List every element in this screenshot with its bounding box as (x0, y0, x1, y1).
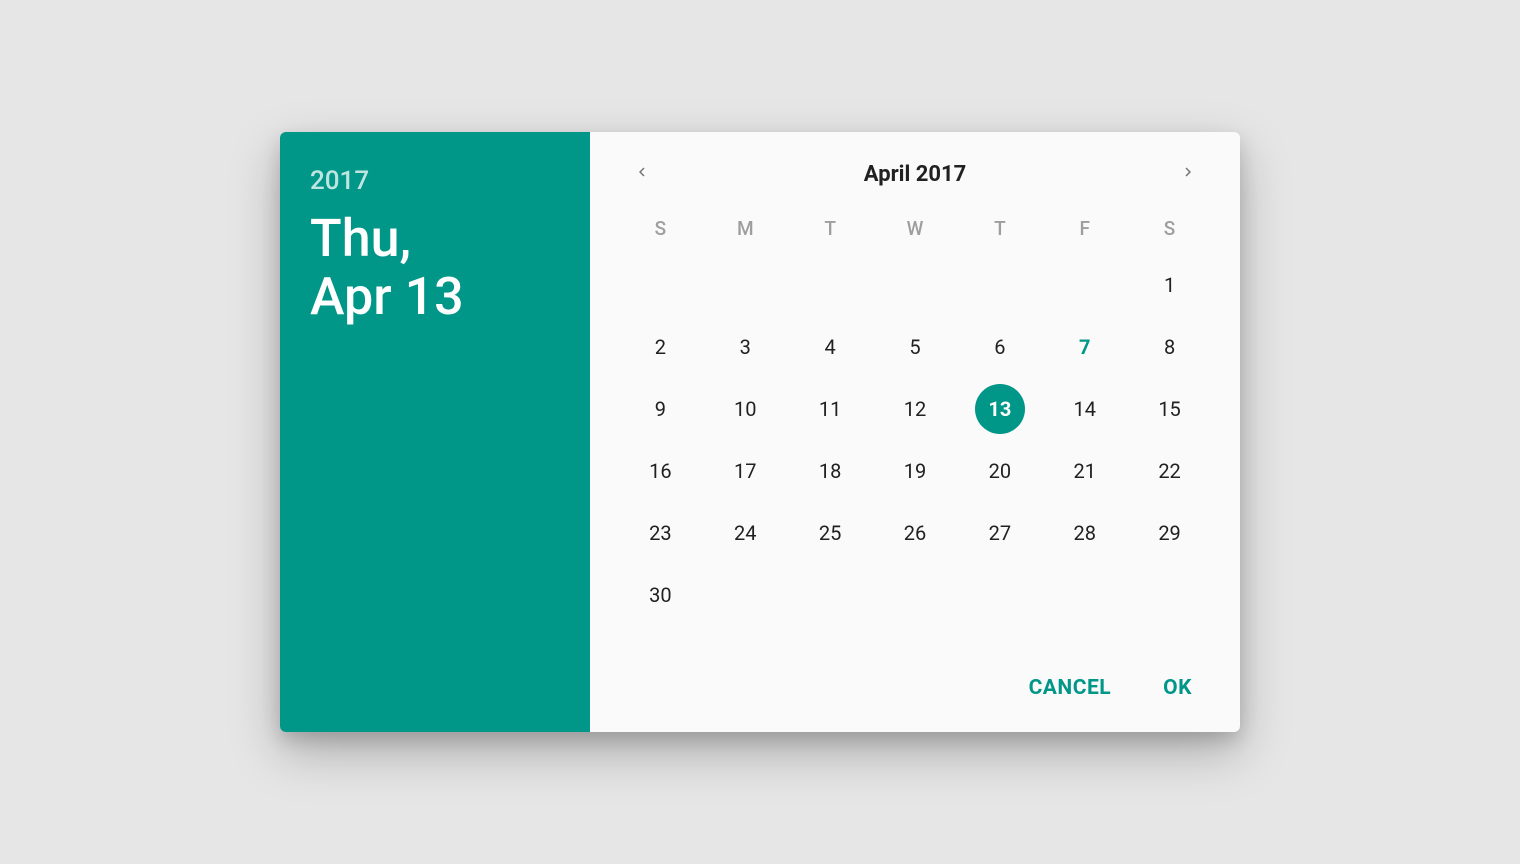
ok-button[interactable]: OK (1157, 668, 1198, 708)
calendar-day-number: 22 (1145, 446, 1195, 496)
calendar-day-empty (618, 258, 703, 312)
calendar-day[interactable]: 15 (1127, 382, 1212, 436)
calendar-day[interactable]: 27 (957, 506, 1042, 560)
calendar-day[interactable]: 18 (788, 444, 873, 498)
day-of-week-label: W (873, 206, 958, 250)
calendar-day-number: 13 (975, 384, 1025, 434)
calendar-day-number: 11 (805, 384, 855, 434)
calendar-day[interactable]: 14 (1042, 382, 1127, 436)
header-year[interactable]: 2017 (310, 166, 560, 196)
next-month-button[interactable] (1170, 156, 1206, 192)
calendar-day-empty (957, 258, 1042, 312)
date-picker-body: April 2017 SMTWTFS1234567891011121314151… (590, 132, 1240, 732)
calendar-day[interactable]: 16 (618, 444, 703, 498)
calendar-day[interactable]: 30 (618, 568, 703, 622)
calendar-day-number: 7 (1060, 322, 1110, 372)
calendar-day[interactable]: 21 (1042, 444, 1127, 498)
day-of-week-label: M (703, 206, 788, 250)
date-picker-dialog: 2017 Thu, Apr 13 April 2017 SMTWTFS12345… (280, 132, 1240, 732)
calendar-day-number: 3 (720, 322, 770, 372)
calendar-day-number: 24 (720, 508, 770, 558)
calendar-day-number: 18 (805, 446, 855, 496)
calendar-day-empty (1042, 258, 1127, 312)
header-date[interactable]: Thu, Apr 13 (310, 210, 560, 326)
calendar-day[interactable]: 17 (703, 444, 788, 498)
day-of-week-label: S (1127, 206, 1212, 250)
day-of-week-label: T (957, 206, 1042, 250)
calendar-day-number: 20 (975, 446, 1025, 496)
calendar-day-empty (788, 258, 873, 312)
calendar-day-number: 5 (890, 322, 940, 372)
calendar-day[interactable]: 11 (788, 382, 873, 436)
calendar-day[interactable]: 5 (873, 320, 958, 374)
calendar-day[interactable]: 12 (873, 382, 958, 436)
calendar-day-number: 25 (805, 508, 855, 558)
calendar-day[interactable]: 28 (1042, 506, 1127, 560)
calendar-day[interactable]: 20 (957, 444, 1042, 498)
calendar-day-number: 10 (720, 384, 770, 434)
calendar-day[interactable]: 22 (1127, 444, 1212, 498)
calendar-day-empty (703, 258, 788, 312)
calendar-day-number: 4 (805, 322, 855, 372)
dialog-actions: Cancel OK (618, 658, 1212, 714)
calendar-day[interactable]: 2 (618, 320, 703, 374)
calendar-day[interactable]: 13 (957, 382, 1042, 436)
calendar-day-number: 21 (1060, 446, 1110, 496)
calendar-day-number: 8 (1145, 322, 1195, 372)
calendar-day-empty (873, 258, 958, 312)
calendar-day-number: 2 (635, 322, 685, 372)
calendar-day[interactable]: 10 (703, 382, 788, 436)
calendar-day-number: 16 (635, 446, 685, 496)
calendar-day[interactable]: 25 (788, 506, 873, 560)
calendar-day-number: 28 (1060, 508, 1110, 558)
day-of-week-label: T (788, 206, 873, 250)
day-of-week-label: S (618, 206, 703, 250)
calendar-day[interactable]: 26 (873, 506, 958, 560)
calendar-day[interactable]: 3 (703, 320, 788, 374)
calendar-day[interactable]: 1 (1127, 258, 1212, 312)
chevron-right-icon (1179, 163, 1197, 185)
calendar-day-number: 29 (1145, 508, 1195, 558)
chevron-left-icon (633, 163, 651, 185)
calendar-day[interactable]: 19 (873, 444, 958, 498)
day-of-week-label: F (1042, 206, 1127, 250)
calendar-day-number: 14 (1060, 384, 1110, 434)
calendar-day-number: 1 (1145, 260, 1195, 310)
calendar-day-number: 19 (890, 446, 940, 496)
prev-month-button[interactable] (624, 156, 660, 192)
calendar-day[interactable]: 24 (703, 506, 788, 560)
calendar-day-number: 17 (720, 446, 770, 496)
calendar-day-number: 23 (635, 508, 685, 558)
calendar-day-number: 27 (975, 508, 1025, 558)
calendar-day-number: 9 (635, 384, 685, 434)
calendar-day-number: 6 (975, 322, 1025, 372)
calendar-day[interactable]: 4 (788, 320, 873, 374)
calendar-day[interactable]: 9 (618, 382, 703, 436)
month-nav: April 2017 (618, 156, 1212, 206)
calendar-day-number: 15 (1145, 384, 1195, 434)
calendar-day-number: 30 (635, 570, 685, 620)
calendar-day[interactable]: 6 (957, 320, 1042, 374)
calendar-grid: SMTWTFS123456789101112131415161718192021… (618, 206, 1212, 622)
calendar-day[interactable]: 8 (1127, 320, 1212, 374)
calendar-day[interactable]: 23 (618, 506, 703, 560)
calendar-day-number: 12 (890, 384, 940, 434)
cancel-button[interactable]: Cancel (1023, 668, 1118, 708)
date-picker-header: 2017 Thu, Apr 13 (280, 132, 590, 732)
calendar-day-number: 26 (890, 508, 940, 558)
calendar-day[interactable]: 29 (1127, 506, 1212, 560)
calendar-day[interactable]: 7 (1042, 320, 1127, 374)
month-title: April 2017 (864, 162, 966, 187)
